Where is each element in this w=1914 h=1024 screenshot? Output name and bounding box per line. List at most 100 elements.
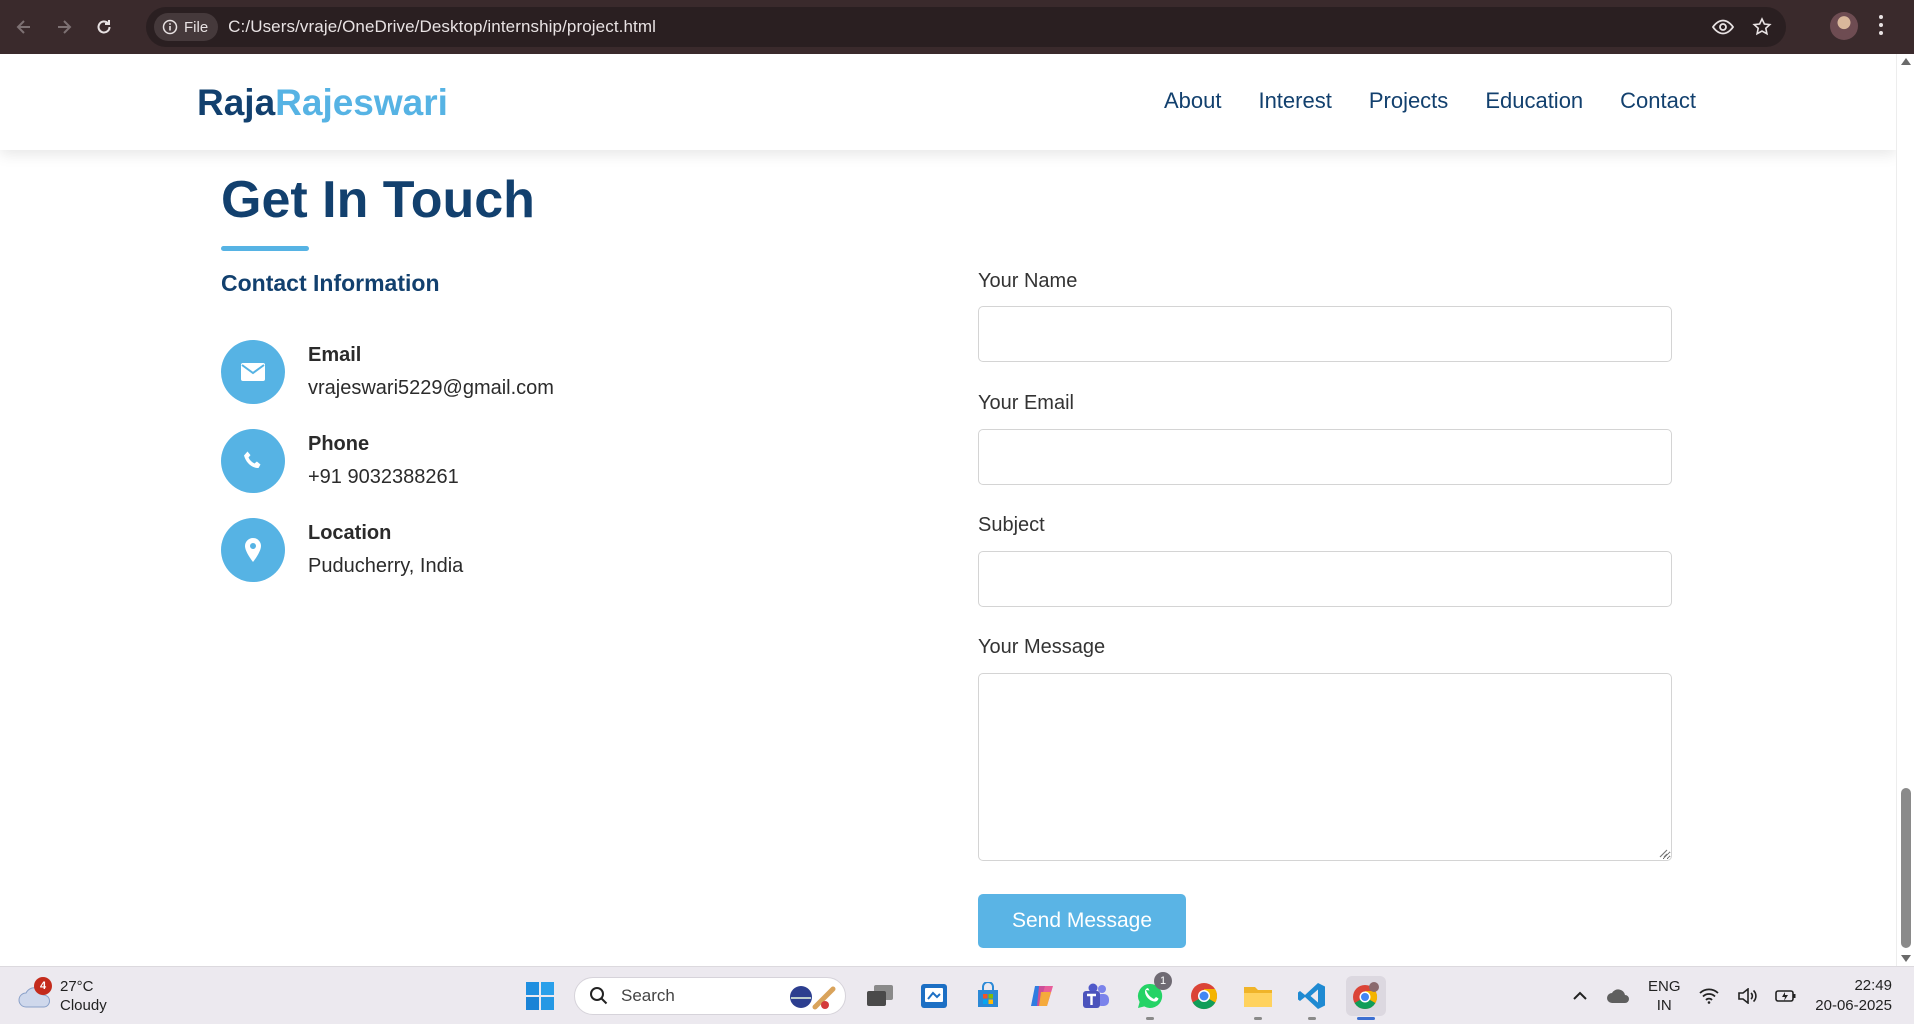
arrow-right-icon: [58, 20, 72, 34]
info-icon: [162, 19, 178, 35]
reload-button[interactable]: [86, 9, 122, 45]
name-input[interactable]: [978, 306, 1672, 362]
copilot-icon: [1031, 986, 1053, 1006]
vscode-icon: [1298, 983, 1325, 1009]
taskbar-app-file-explorer[interactable]: [1238, 976, 1278, 1020]
clock-date: 20-06-2025: [1815, 997, 1892, 1014]
contact-item-text: Phone +91 9032388261: [308, 433, 459, 489]
weather-alert-badge: 4: [34, 977, 52, 995]
send-message-button[interactable]: Send Message: [978, 894, 1186, 948]
nav-link-education[interactable]: Education: [1485, 88, 1583, 114]
logo-second-part: Rajeswari: [275, 82, 448, 123]
wifi-icon[interactable]: [1698, 988, 1719, 1004]
name-label: Your Name: [978, 270, 1078, 292]
logo-first-part: Raja: [197, 82, 276, 123]
taskbar-app-snipping[interactable]: [914, 976, 954, 1016]
subject-input[interactable]: [978, 551, 1672, 607]
title-underline: [221, 246, 309, 251]
windows-taskbar: 4 27°C Cloudy Search 1 ENG IN 22:49 20-0…: [0, 966, 1914, 1024]
clock-time: 22:49: [1854, 977, 1892, 994]
search-icon: [590, 987, 608, 1005]
taskbar-app-copilot[interactable]: [1022, 976, 1062, 1016]
weather-widget[interactable]: 4 27°C Cloudy: [18, 977, 107, 1015]
forward-button[interactable]: [46, 9, 82, 45]
profile-avatar[interactable]: [1830, 12, 1858, 40]
contact-item-label: Phone: [308, 433, 370, 455]
taskbar-app-teams[interactable]: [1076, 976, 1116, 1016]
volume-icon[interactable]: [1737, 988, 1757, 1004]
chrome-profile-icon: [1353, 982, 1379, 1010]
back-button[interactable]: [6, 9, 42, 45]
taskbar-clock[interactable]: 22:49 20-06-2025: [1815, 976, 1892, 1016]
contact-item-text: Email vrajeswari5229@gmail.com: [308, 344, 554, 400]
taskbar-app-store[interactable]: [968, 976, 1008, 1016]
running-indicator: [1308, 1017, 1316, 1020]
battery-icon[interactable]: [1774, 988, 1797, 1004]
cricket-helmet-icon: [790, 986, 836, 1010]
weather-condition: Cloudy: [60, 997, 107, 1014]
email-icon-circle: [221, 340, 285, 404]
system-tray: ENG IN: [1572, 975, 1797, 1017]
chrome-icon: [1191, 983, 1218, 1010]
scroll-up-icon[interactable]: [1901, 58, 1911, 65]
running-indicator: [1254, 1017, 1262, 1020]
reload-icon: [97, 20, 111, 34]
weather-text: 27°C Cloudy: [60, 977, 107, 1015]
chevron-up-icon[interactable]: [1572, 991, 1588, 1001]
nav-link-projects[interactable]: Projects: [1369, 88, 1448, 114]
star-icon[interactable]: [1752, 17, 1772, 37]
taskbar-app-chrome-profile[interactable]: [1346, 976, 1386, 1020]
site-header: RajaRajeswari About Interest Projects Ed…: [0, 54, 1896, 150]
taskbar-app-whatsapp[interactable]: 1: [1130, 972, 1172, 1020]
browser-toolbar: File C:/Users/vraje/OneDrive/Desktop/int…: [0, 0, 1914, 54]
page-scrollbar[interactable]: [1896, 54, 1914, 966]
scroll-down-icon[interactable]: [1901, 955, 1911, 962]
contact-info-heading: Contact Information: [221, 270, 440, 296]
email-label: Your Email: [978, 392, 1074, 414]
active-indicator: [1357, 1017, 1375, 1020]
screen-capture-icon: [921, 984, 947, 1008]
site-info-chip[interactable]: File: [154, 13, 219, 41]
file-chip-label: File: [184, 18, 209, 36]
store-icon: [978, 982, 998, 1007]
message-textarea[interactable]: [978, 673, 1672, 861]
teams-icon: [1083, 983, 1109, 1008]
running-indicator: [1146, 1017, 1154, 1020]
contact-item-value: +91 9032388261: [308, 466, 459, 488]
scroll-thumb[interactable]: [1901, 788, 1911, 948]
folder-icon: [1244, 987, 1272, 1007]
contact-item-value: Puducherry, India: [308, 555, 464, 577]
subject-label: Subject: [978, 514, 1045, 536]
search-placeholder: Search: [621, 986, 675, 1005]
region-code: IN: [1656, 997, 1672, 1014]
taskbar-app-vscode[interactable]: [1292, 976, 1332, 1020]
contact-item-phone: Phone +91 9032388261: [221, 429, 459, 493]
nav-link-contact[interactable]: Contact: [1620, 88, 1696, 114]
resize-handle-icon[interactable]: [1658, 848, 1668, 858]
address-bar[interactable]: File C:/Users/vraje/OneDrive/Desktop/int…: [146, 7, 1786, 47]
url-text[interactable]: C:/Users/vraje/OneDrive/Desktop/internsh…: [228, 17, 656, 37]
email-input[interactable]: [978, 429, 1672, 485]
task-view-button[interactable]: [860, 976, 900, 1016]
onedrive-cloud-icon[interactable]: [1606, 988, 1630, 1004]
windows-logo-icon: [526, 982, 554, 1010]
omnibox-actions: [1712, 7, 1772, 47]
contact-item-text: Location Puducherry, India: [308, 522, 463, 578]
taskbar-app-chrome[interactable]: [1184, 976, 1224, 1016]
message-label: Your Message: [978, 636, 1106, 658]
contact-item-email: Email vrajeswari5229@gmail.com: [221, 340, 554, 404]
contact-item-value: vrajeswari5229@gmail.com: [308, 377, 554, 399]
nav-link-about[interactable]: About: [1164, 88, 1222, 114]
eye-icon[interactable]: [1712, 19, 1734, 35]
phone-icon: [244, 451, 261, 468]
input-language[interactable]: ENG IN: [1648, 977, 1681, 1015]
task-view-icon: [867, 985, 893, 1006]
taskbar-apps: Search 1: [520, 972, 1386, 1020]
taskbar-search[interactable]: Search: [574, 977, 846, 1015]
nav-link-interest[interactable]: Interest: [1258, 88, 1331, 114]
site-logo[interactable]: RajaRajeswari: [197, 82, 448, 124]
more-menu-button[interactable]: [1878, 14, 1884, 41]
start-button[interactable]: [520, 976, 560, 1016]
arrow-left-icon: [16, 20, 30, 34]
web-page: RajaRajeswari About Interest Projects Ed…: [0, 54, 1896, 966]
